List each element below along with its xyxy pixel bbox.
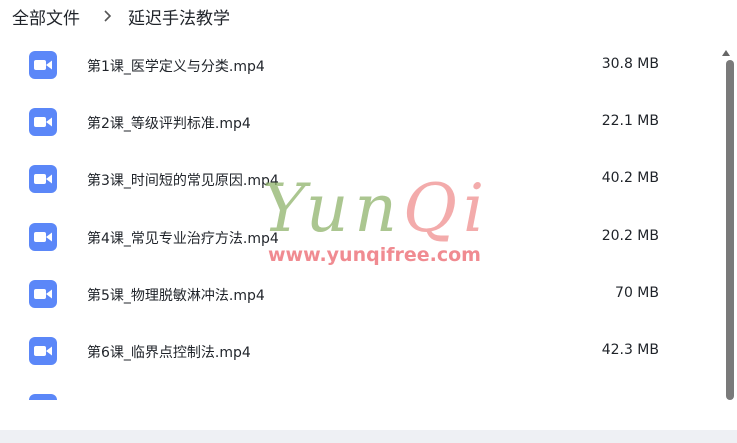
video-icon (29, 394, 57, 400)
file-name: 第5课_物理脱敏淋冲法.mp4 (87, 288, 265, 304)
video-icon (29, 108, 57, 136)
file-size: 20.2 MB (601, 228, 659, 244)
list-item[interactable]: 第5课_物理脱敏淋冲法.mp4 70 MB (0, 267, 715, 324)
file-list: 第1课_医学定义与分类.mp4 30.8 MB 第2课_等级评判标准.mp4 2… (0, 38, 715, 400)
list-item[interactable]: 第2课_等级评判标准.mp4 22.1 MB (0, 95, 715, 152)
vertical-scrollbar[interactable] (715, 38, 737, 400)
scrollbar-thumb[interactable] (726, 60, 734, 400)
file-name: 第3课_时间短的常见原因.mp4 (87, 173, 279, 189)
list-item[interactable]: 第3课_时间短的常见原因.mp4 40.2 MB (0, 152, 715, 209)
footer-bar (0, 430, 737, 443)
scroll-up-arrow-icon[interactable] (721, 42, 731, 56)
file-size: 30.8 MB (601, 56, 659, 72)
file-size: 40.2 MB (601, 170, 659, 186)
video-icon (29, 223, 57, 251)
file-name: 第1课_医学定义与分类.mp4 (87, 59, 265, 75)
video-icon (29, 51, 57, 79)
file-size: 42.3 MB (601, 342, 659, 358)
list-item[interactable]: 第6课_临界点控制法.mp4 42.3 MB (0, 324, 715, 381)
video-icon (29, 280, 57, 308)
breadcrumb-root[interactable]: 全部文件 (12, 4, 80, 29)
breadcrumb: 全部文件 延迟手法教学 (12, 4, 230, 29)
chevron-right-icon (102, 10, 114, 22)
list-item[interactable]: 第4课_常见专业治疗方法.mp4 20.2 MB (0, 210, 715, 267)
video-icon (29, 337, 57, 365)
list-item[interactable] (0, 381, 715, 400)
file-name: 第4课_常见专业治疗方法.mp4 (87, 231, 279, 247)
breadcrumb-current: 延迟手法教学 (128, 8, 230, 29)
list-item[interactable]: 第1课_医学定义与分类.mp4 30.8 MB (0, 38, 715, 95)
file-size: 70 MB (615, 285, 659, 301)
file-name: 第6课_临界点控制法.mp4 (87, 345, 251, 361)
file-size: 22.1 MB (601, 113, 659, 129)
video-icon (29, 165, 57, 193)
file-name: 第2课_等级评判标准.mp4 (87, 116, 251, 132)
